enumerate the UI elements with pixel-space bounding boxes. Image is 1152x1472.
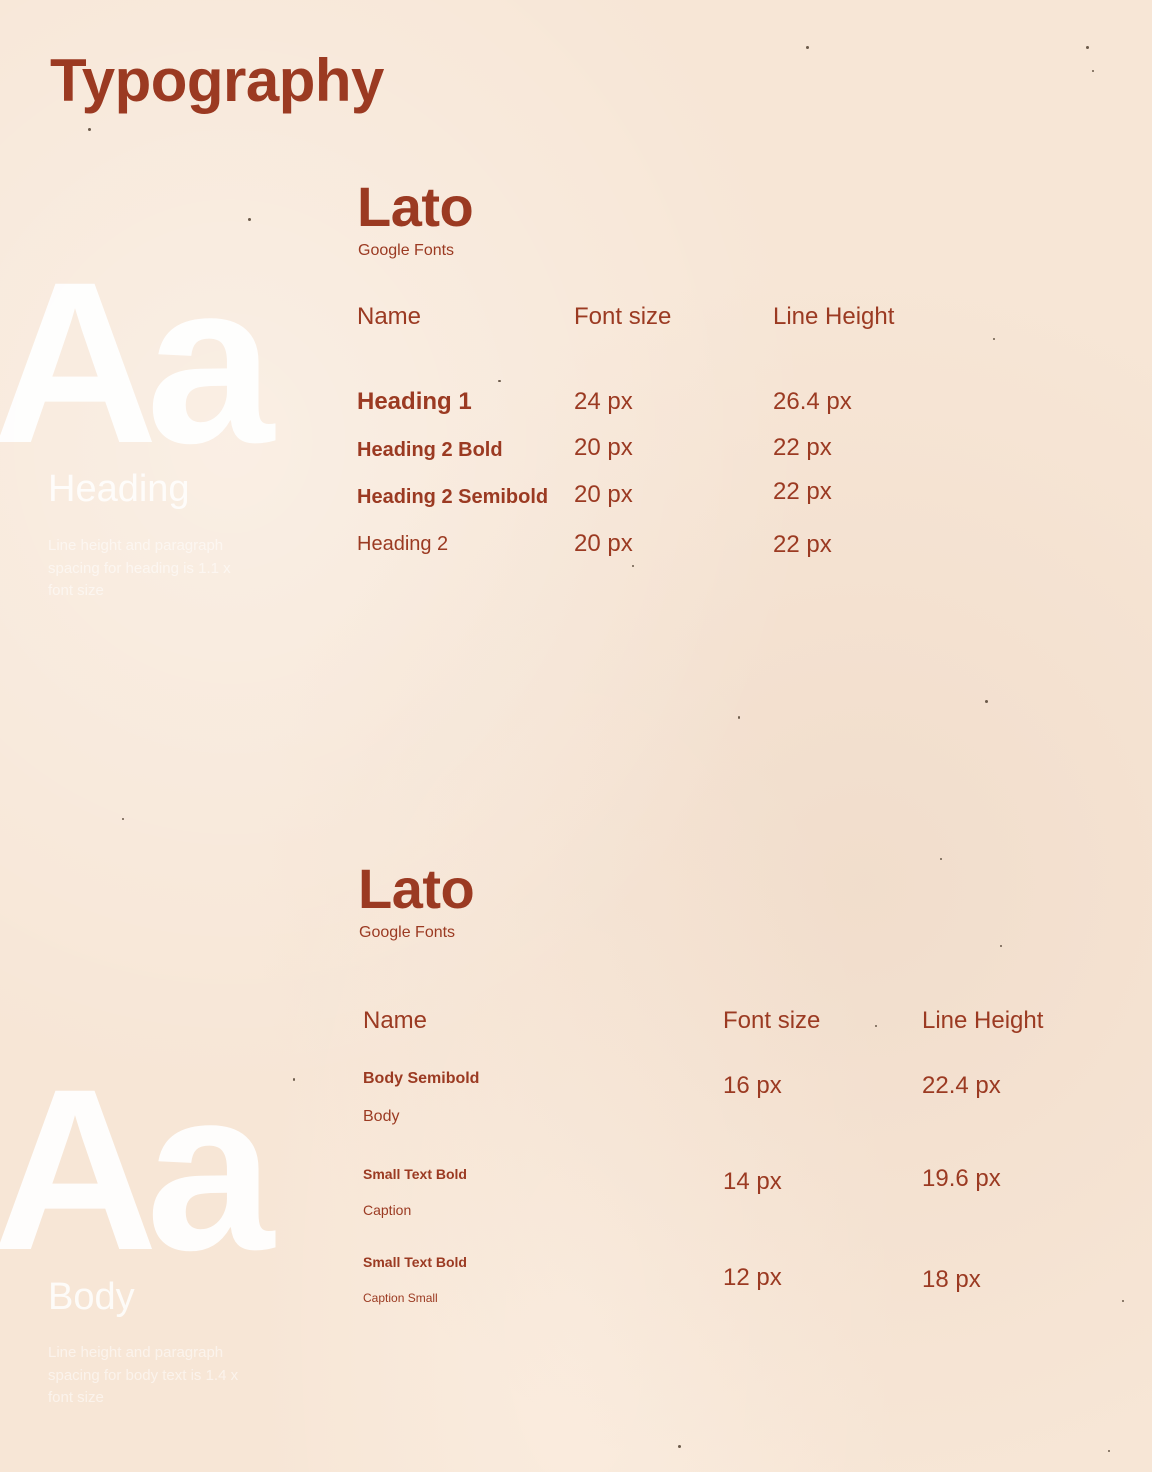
row-style-name-primary: Body Semibold [363,1070,480,1087]
body-font-name: Lato [358,857,475,920]
row-font-size: 16 px [723,1072,782,1099]
row-style-name-primary: Small Text Bold [363,1254,467,1270]
heading-col-name: Name [357,303,422,330]
row-line-height: 22 px [773,478,832,505]
heading-glyph-sample: Aa [0,234,274,491]
row-font-size: 24 px [574,388,633,415]
heading-font-source: Google Fonts [358,242,455,259]
row-style-name: Heading 2 Bold [357,439,503,461]
row-style-name-secondary: Caption [363,1202,412,1218]
body-col-font-size: Font size [723,1007,821,1034]
body-note: Line height and paragraph spacing for bo… [48,1344,239,1406]
body-font-source: Google Fonts [359,924,456,941]
row-font-size: 20 px [574,434,633,461]
body-label: Body [48,1276,135,1318]
row-line-height: 22 px [773,531,832,558]
row-font-size: 20 px [574,481,633,508]
row-font-size: 14 px [723,1168,782,1195]
heading-label: Heading [48,468,190,510]
row-line-height: 22.4 px [922,1072,1001,1099]
row-style-name: Heading 1 [357,388,472,415]
heading-note: Line height and paragraph spacing for he… [48,537,231,599]
row-style-name-secondary: Caption Small [363,1291,438,1305]
row-style-name: Heading 2 Semibold [357,486,549,508]
body-glyph-sample: Aa [0,1041,274,1298]
row-style-name-primary: Small Text Bold [363,1166,467,1182]
row-font-size: 12 px [723,1264,782,1291]
row-line-height: 26.4 px [773,388,852,415]
row-line-height: 18 px [922,1266,981,1293]
row-style-name-secondary: Body [363,1108,400,1125]
page-title: Typography [50,47,384,114]
heading-col-font-size: Font size [574,303,672,330]
heading-col-line-height: Line Height [773,303,895,330]
body-col-line-height: Line Height [922,1007,1044,1034]
body-col-name: Name [363,1007,428,1034]
row-line-height: 19.6 px [922,1165,1001,1192]
row-font-size: 20 px [574,530,633,557]
row-line-height: 22 px [773,434,832,461]
heading-font-name: Lato [357,175,474,238]
row-style-name: Heading 2 [357,533,449,555]
